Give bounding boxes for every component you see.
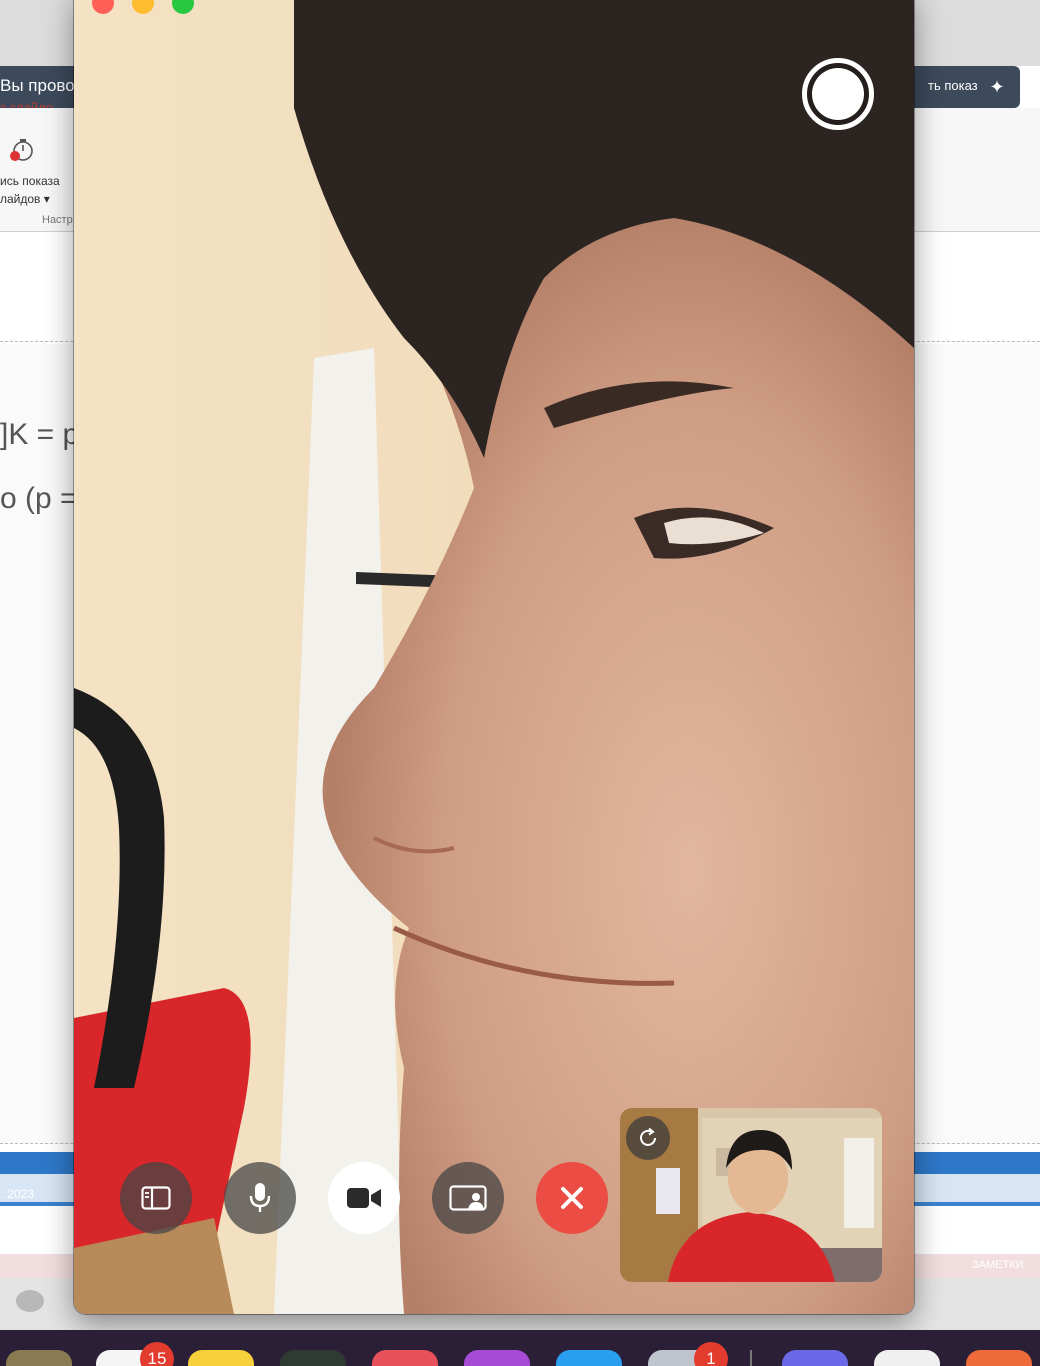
end-call-icon (561, 1187, 583, 1209)
dock-app-icon[interactable] (6, 1350, 72, 1366)
cloud-icon (16, 1290, 44, 1312)
dock-app-icon[interactable] (966, 1350, 1032, 1366)
ribbon-record-label[interactable]: ись показа (0, 174, 60, 188)
end-show-label: ть показ (928, 78, 978, 93)
notes-button[interactable]: ЗАМЕТКИ (972, 1259, 1024, 1271)
flip-camera-icon (640, 1127, 656, 1146)
dock-separator (750, 1350, 752, 1366)
capture-photo-icon (812, 68, 864, 120)
self-view-video[interactable] (620, 1108, 882, 1282)
dock-app-icon[interactable] (372, 1350, 438, 1366)
slide-formula-1: ]K = p (0, 418, 80, 451)
pin-icon[interactable]: ✦ (984, 74, 1010, 100)
dock-app-icon[interactable] (782, 1350, 848, 1366)
end-call-button[interactable] (536, 1162, 608, 1234)
mute-microphone-button[interactable] (224, 1162, 296, 1234)
dock-app-icon[interactable] (874, 1350, 940, 1366)
flip-camera-button[interactable] (626, 1116, 670, 1160)
sidebar-button[interactable] (120, 1162, 192, 1234)
video-camera-icon (347, 1188, 381, 1208)
dock-app-icon[interactable] (556, 1350, 622, 1366)
dock-app-icon[interactable] (188, 1350, 254, 1366)
sidebar-icon (141, 1186, 171, 1210)
dock-app-icon[interactable] (280, 1350, 346, 1366)
share-screen-icon (449, 1185, 487, 1211)
ribbon-record-label-2[interactable]: лайдов ▾ (0, 192, 50, 206)
microphone-icon (249, 1183, 271, 1212)
ribbon-group-label: Настр (42, 214, 73, 226)
presenter-banner-text: Вы прово (0, 76, 75, 95)
share-screen-button[interactable] (432, 1162, 504, 1234)
dock-app-icon[interactable] (464, 1350, 530, 1366)
facetime-window (74, 0, 914, 1314)
capture-photo-button[interactable] (802, 58, 874, 130)
toggle-video-button[interactable] (328, 1162, 400, 1234)
slide-date: .2023 (4, 1187, 35, 1201)
record-slideshow-icon[interactable] (6, 136, 36, 166)
slide-formula-2: o (p = (0, 482, 78, 515)
